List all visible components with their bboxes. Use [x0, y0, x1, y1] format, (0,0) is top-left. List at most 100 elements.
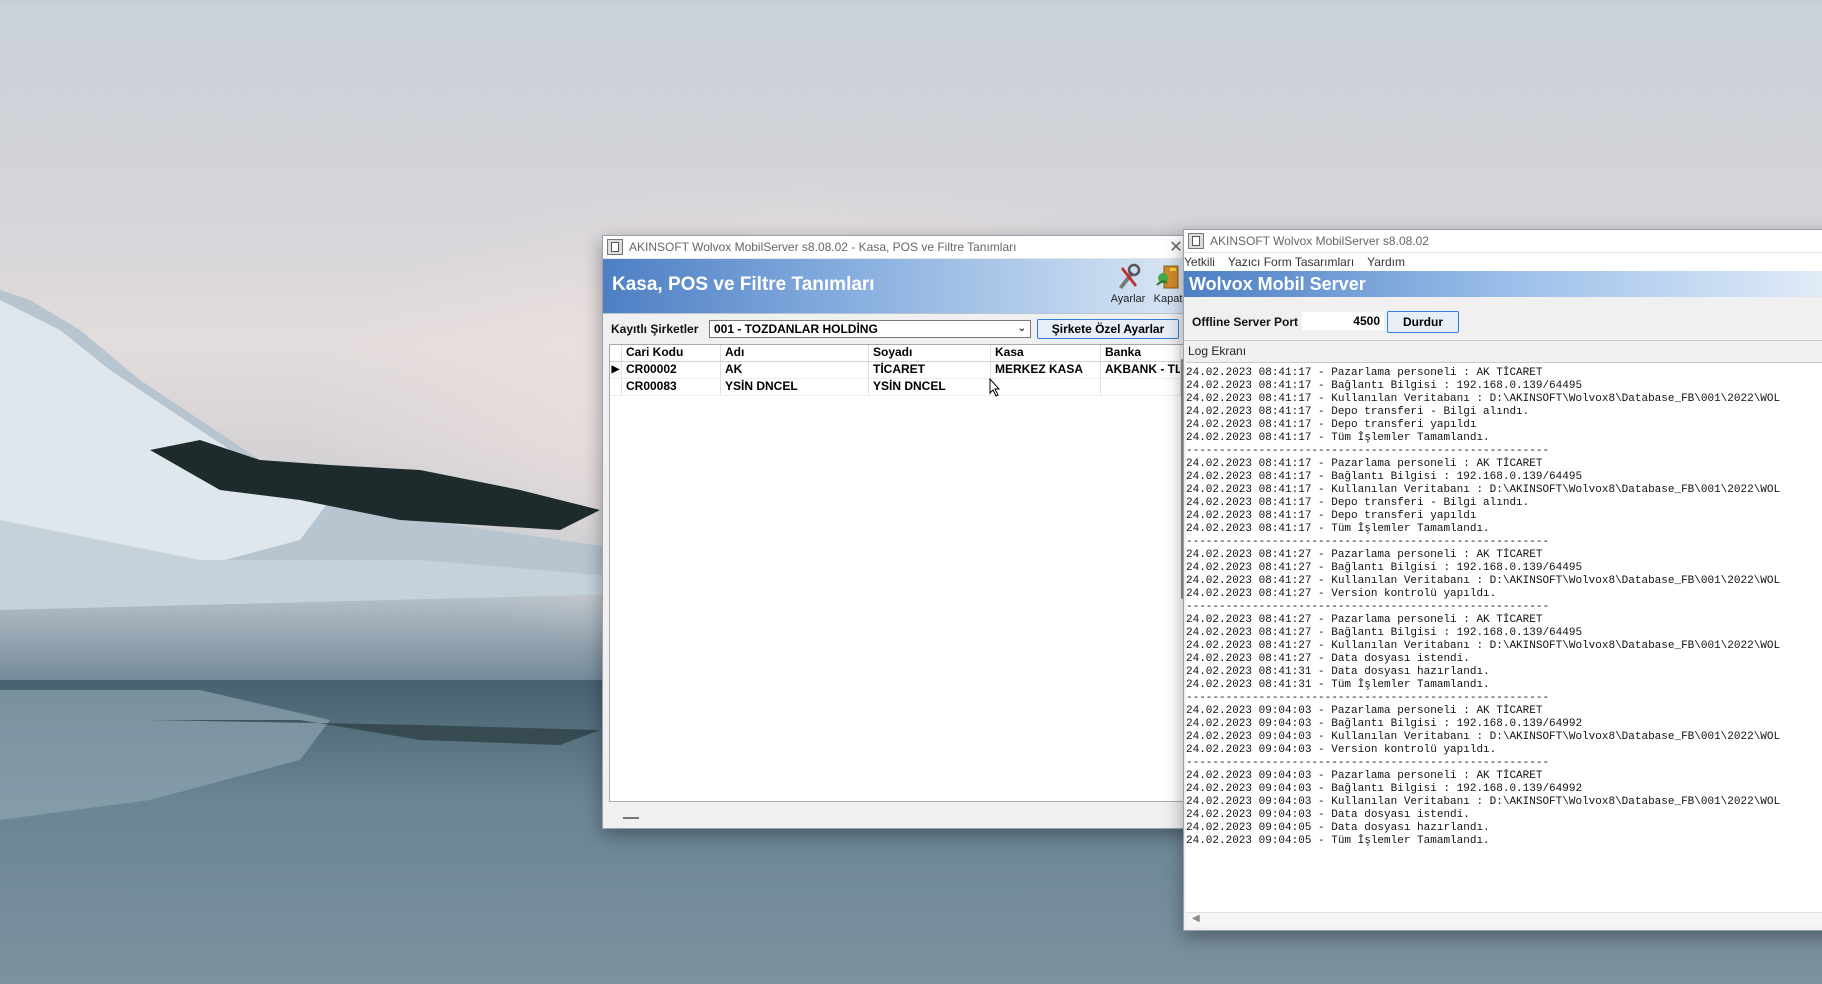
column-header-name[interactable]: Adı — [721, 345, 869, 361]
kasa-window-titlebar[interactable]: AKINSOFT Wolvox MobilServer s8.08.02 - K… — [603, 236, 1191, 259]
log-line: ----------------------------------------… — [1186, 601, 1550, 613]
company-settings-button[interactable]: Şirkete Özel Ayarlar — [1037, 319, 1179, 339]
scroll-left-icon[interactable]: ◀ — [1192, 913, 1200, 924]
log-line: 24.02.2023 09:04:03 - Bağlantı Bilgisi :… — [1186, 718, 1583, 730]
kasa-banner: Kasa, POS ve Filtre Tanımları Ayarlar Ka… — [603, 259, 1191, 314]
company-label: Kayıtlı Şirketler — [611, 322, 699, 336]
log-line: 24.02.2023 08:41:27 - Pazarlama personel… — [1186, 614, 1543, 626]
log-line: 24.02.2023 09:04:03 - Kullanılan Veritab… — [1186, 731, 1781, 743]
log-line: 24.02.2023 09:04:03 - Version kontrolü y… — [1186, 744, 1497, 756]
cell-surname[interactable]: YSİN DNCEL — [869, 379, 991, 395]
log-line: 24.02.2023 08:41:31 - Data dosyası hazır… — [1186, 666, 1490, 678]
settings-label: Ayarlar — [1110, 293, 1146, 305]
exit-door-icon — [1156, 265, 1179, 289]
log-line: 24.02.2023 08:41:27 - Kullanılan Veritab… — [1186, 640, 1781, 652]
cell-kasa[interactable]: MERKEZ KASA — [991, 362, 1101, 378]
log-line: 24.02.2023 08:41:27 - Pazarlama personel… — [1186, 549, 1543, 561]
server-banner-title: Wolvox Mobil Server — [1189, 274, 1366, 294]
log-line: 24.02.2023 08:41:31 - Tüm İşlemler Tamam… — [1186, 679, 1490, 691]
server-window-title: AKINSOFT Wolvox MobilServer s8.08.02 — [1210, 234, 1429, 248]
cell-name[interactable]: YSİN DNCEL — [721, 379, 869, 395]
column-header-code[interactable]: Cari Kodu — [622, 345, 721, 361]
stop-button-label: Durdur — [1403, 315, 1443, 329]
server-window-titlebar[interactable]: AKINSOFT Wolvox MobilServer s8.08.02 — [1184, 230, 1822, 253]
kasa-banner-title: Kasa, POS ve Filtre Tanımları — [612, 274, 875, 295]
log-line: 24.02.2023 08:41:17 - Depo transferi yap… — [1186, 419, 1477, 431]
cell-name[interactable]: AK — [721, 362, 869, 378]
tab-log[interactable]: Log Ekranı — [1188, 344, 1246, 358]
log-line: 24.02.2023 08:41:17 - Bağlantı Bilgisi :… — [1186, 380, 1583, 392]
column-header-surname[interactable]: Soyadı — [869, 345, 991, 361]
cell-banka[interactable]: AKBANK - TL — [1101, 362, 1181, 378]
cell-code[interactable]: CR00083 — [622, 379, 721, 395]
cell-banka[interactable] — [1101, 379, 1181, 395]
grid-header-indicator — [610, 345, 622, 361]
kasa-grid: Cari Kodu Adı Soyadı Kasa Banka ▶ CR0000… — [609, 344, 1187, 802]
table-row[interactable]: ▶ CR00002 AK TİCARET MERKEZ KASA AKBANK … — [610, 362, 1186, 379]
cell-kasa[interactable] — [991, 379, 1101, 395]
row-indicator-blank — [610, 379, 622, 395]
stop-button[interactable]: Durdur — [1387, 311, 1459, 333]
log-line: 24.02.2023 08:41:17 - Depo transferi - B… — [1186, 497, 1530, 509]
log-line: 24.02.2023 09:04:05 - Data dosyası hazır… — [1186, 822, 1490, 834]
server-menubar: Yetkili Yazıcı Form Tasarımları Yardım — [1184, 253, 1822, 271]
app-icon — [607, 239, 623, 255]
close-label: Kapat — [1153, 293, 1183, 305]
log-line: 24.02.2023 08:41:17 - Pazarlama personel… — [1186, 458, 1543, 470]
table-row[interactable]: CR00083 YSİN DNCEL YSİN DNCEL — [610, 379, 1186, 396]
company-row: Kayıtlı Şirketler — [611, 322, 698, 336]
log-line: 24.02.2023 08:41:17 - Depo transferi - B… — [1186, 406, 1530, 418]
company-select-value: 001 - TOZDANLAR HOLDİNG — [714, 322, 878, 336]
log-line: 24.02.2023 09:04:05 - Tüm İşlemler Tamam… — [1186, 835, 1490, 847]
log-line: 24.02.2023 08:41:17 - Kullanılan Veritab… — [1186, 393, 1781, 405]
log-line: 24.02.2023 08:41:27 - Bağlantı Bilgisi :… — [1186, 562, 1583, 574]
log-line: 24.02.2023 09:04:03 - Bağlantı Bilgisi :… — [1186, 783, 1583, 795]
log-screen[interactable]: 24.02.2023 08:41:17 - Pazarlama personel… — [1186, 362, 1822, 915]
log-line: 24.02.2023 09:04:03 - Data dosyası isten… — [1186, 809, 1470, 821]
log-line: 24.02.2023 08:41:17 - Kullanılan Veritab… — [1186, 484, 1781, 496]
log-line: 24.02.2023 08:41:27 - Version kontrolü y… — [1186, 588, 1497, 600]
log-line: 24.02.2023 08:41:17 - Tüm İşlemler Tamam… — [1186, 432, 1490, 444]
column-header-kasa[interactable]: Kasa — [991, 345, 1101, 361]
log-line: 24.02.2023 08:41:17 - Depo transferi yap… — [1186, 510, 1477, 522]
menu-item-help[interactable]: Yardım — [1367, 255, 1405, 269]
log-line: 24.02.2023 08:41:27 - Bağlantı Bilgisi :… — [1186, 627, 1583, 639]
port-input[interactable]: 4500 — [1302, 312, 1384, 330]
grid-header: Cari Kodu Adı Soyadı Kasa Banka — [610, 345, 1186, 362]
separator — [1184, 340, 1822, 341]
close-button[interactable]: Kapat — [1149, 263, 1187, 309]
log-line: 24.02.2023 08:41:27 - Data dosyası isten… — [1186, 653, 1470, 665]
column-header-banka[interactable]: Banka — [1101, 345, 1181, 361]
log-line: ----------------------------------------… — [1186, 757, 1550, 769]
menu-item-yetkili[interactable]: Yetkili — [1184, 255, 1215, 269]
company-select[interactable]: 001 - TOZDANLAR HOLDİNG ⌄ — [709, 320, 1031, 338]
port-label: Offline Server Port — [1192, 315, 1299, 329]
log-line: ----------------------------------------… — [1186, 536, 1550, 548]
log-line: 24.02.2023 08:41:27 - Kullanılan Veritab… — [1186, 575, 1781, 587]
row-indicator-icon: ▶ — [610, 362, 622, 378]
app-icon — [1188, 233, 1204, 249]
company-settings-button-label: Şirkete Özel Ayarlar — [1051, 322, 1165, 336]
grid-horizontal-scrollbar[interactable] — [623, 817, 639, 819]
kasa-pos-window: AKINSOFT Wolvox MobilServer s8.08.02 - K… — [602, 235, 1192, 829]
log-line: 24.02.2023 09:04:03 - Pazarlama personel… — [1186, 705, 1543, 717]
log-line: 24.02.2023 09:04:03 - Pazarlama personel… — [1186, 770, 1543, 782]
mouse-cursor-icon — [989, 378, 1001, 397]
settings-button[interactable]: Ayarlar — [1109, 263, 1147, 309]
settings-tools-icon — [1119, 263, 1141, 289]
port-value: 4500 — [1353, 314, 1380, 328]
log-line: ----------------------------------------… — [1186, 692, 1550, 704]
cell-code[interactable]: CR00002 — [622, 362, 721, 378]
log-line: 24.02.2023 09:04:03 - Kullanılan Veritab… — [1186, 796, 1781, 808]
server-banner: Wolvox Mobil Server — [1184, 271, 1822, 297]
log-horizontal-scrollbar[interactable]: ◀ — [1186, 912, 1822, 927]
kasa-window-title: AKINSOFT Wolvox MobilServer s8.08.02 - K… — [629, 240, 1017, 254]
log-line: ----------------------------------------… — [1186, 445, 1550, 457]
log-line: 24.02.2023 08:41:17 - Pazarlama personel… — [1186, 367, 1543, 379]
cell-surname[interactable]: TİCARET — [869, 362, 991, 378]
menu-item-form-designs[interactable]: Yazıcı Form Tasarımları — [1228, 255, 1354, 269]
log-line: 24.02.2023 08:41:17 - Bağlantı Bilgisi :… — [1186, 471, 1583, 483]
dropdown-chevron-icon: ⌄ — [1017, 323, 1026, 334]
mobil-server-window: AKINSOFT Wolvox MobilServer s8.08.02 Yet… — [1183, 229, 1822, 931]
log-line: 24.02.2023 08:41:17 - Tüm İşlemler Tamam… — [1186, 523, 1490, 535]
